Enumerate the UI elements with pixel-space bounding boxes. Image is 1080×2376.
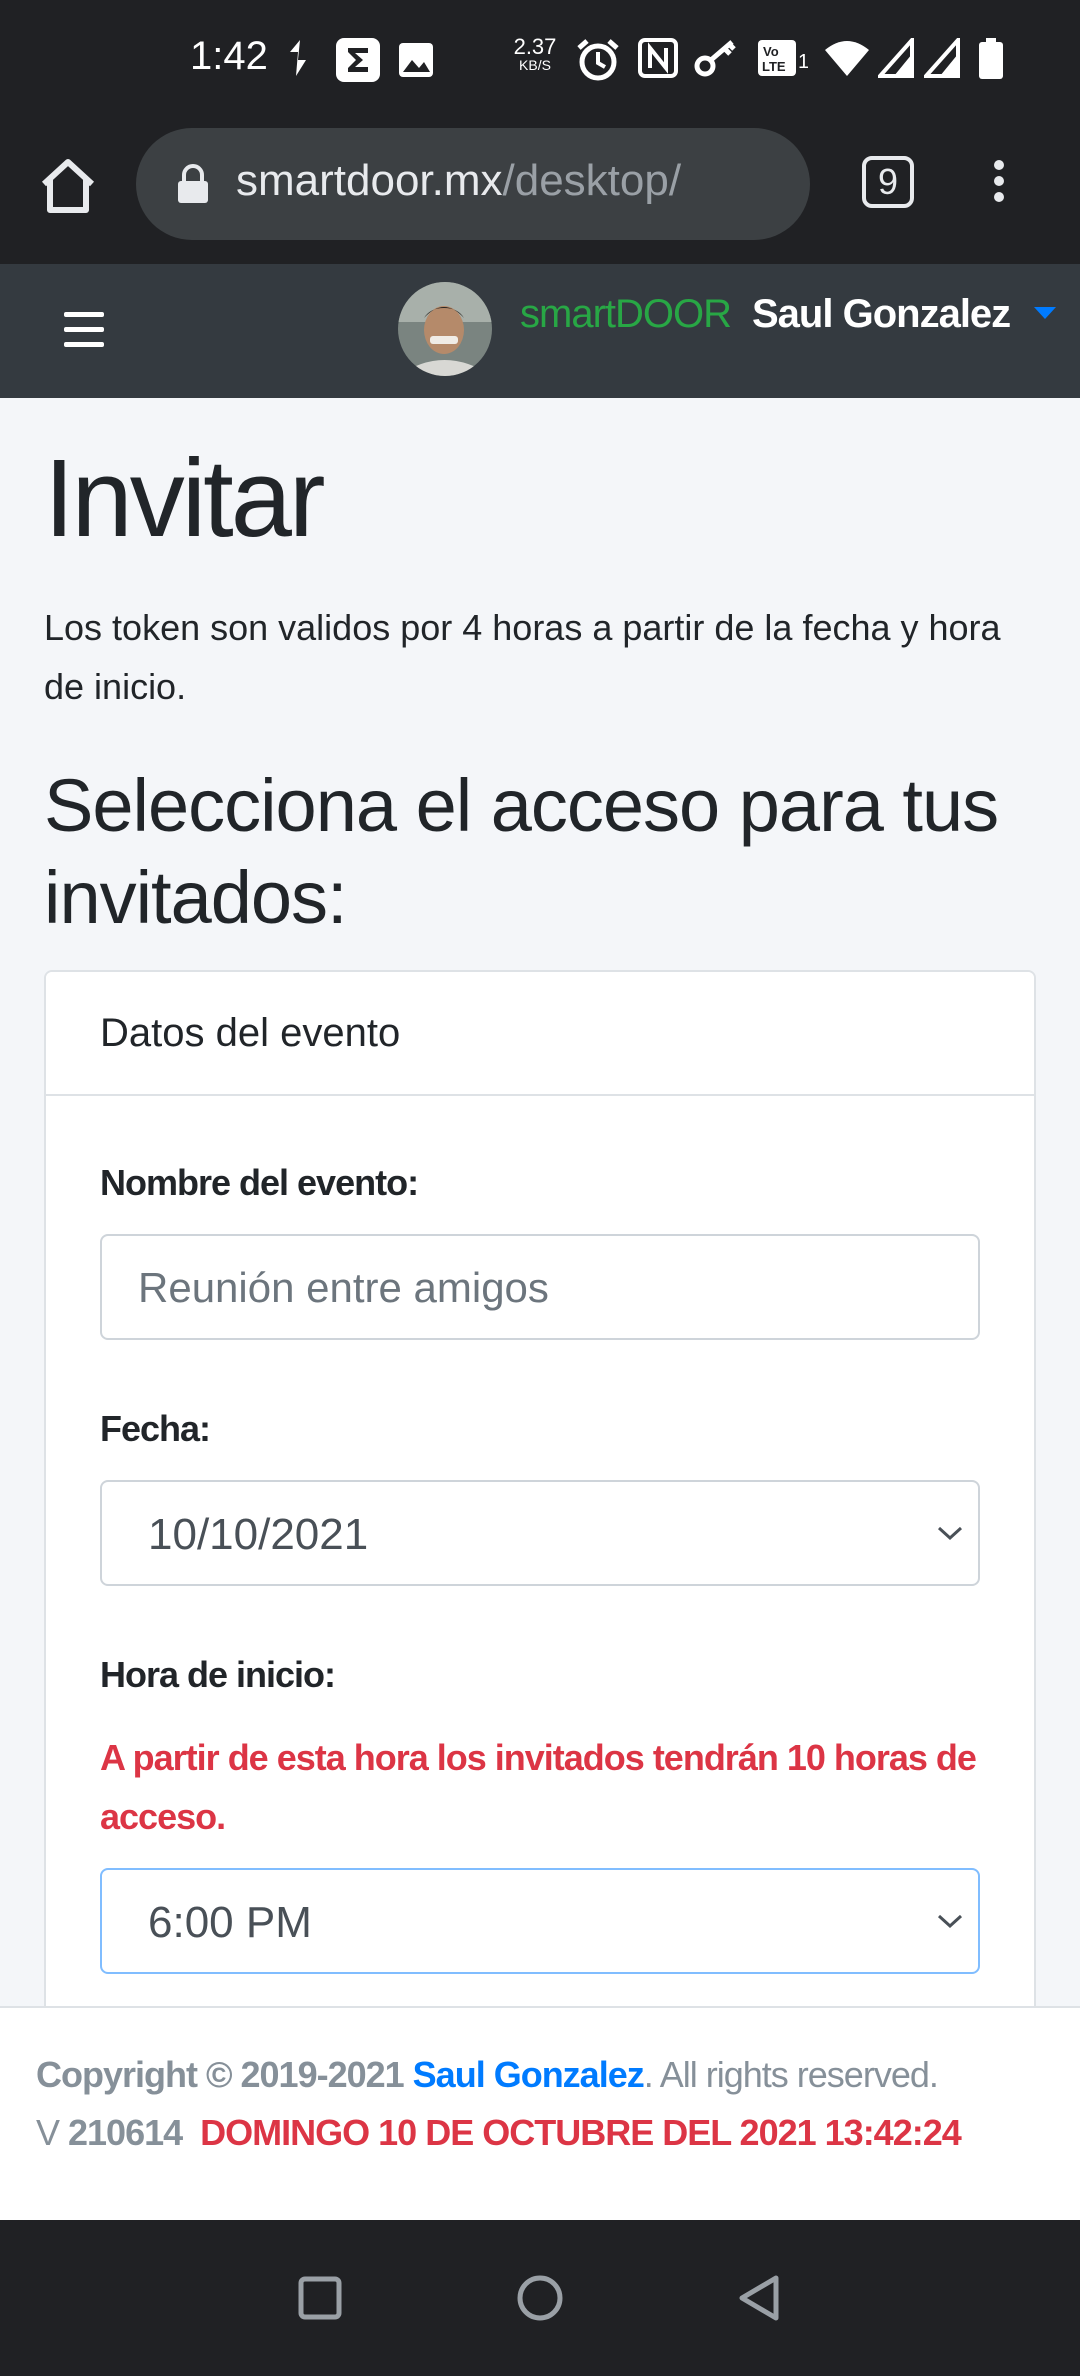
hamburger-menu-icon[interactable] xyxy=(64,312,104,347)
user-name[interactable]: Saul Gonzalez xyxy=(752,292,1011,337)
url-path: /desktop/ xyxy=(502,156,682,205)
signal-icon xyxy=(924,38,960,78)
page-footer: Copyright © 2019-2021 Saul Gonzalez. All… xyxy=(0,2006,1080,2220)
address-bar[interactable]: smartdoor.mx/desktop/ xyxy=(136,128,810,240)
alarm-icon xyxy=(577,39,619,81)
current-datetime: DOMINGO 10 DE OCTUBRE DEL 2021 13:42:24 xyxy=(200,2112,962,2153)
battery-icon xyxy=(979,38,1003,79)
back-icon[interactable] xyxy=(732,2270,788,2326)
start-time-select[interactable]: 6:00 PM xyxy=(100,1868,980,1974)
version-number: 210614 xyxy=(68,2112,183,2153)
nfc-icon xyxy=(638,38,678,78)
start-time-label: Hora de inicio: xyxy=(100,1654,336,1695)
date-value: 10/10/2021 xyxy=(148,1510,369,1559)
author-link[interactable]: Saul Gonzalez xyxy=(413,2054,645,2095)
more-menu-icon[interactable] xyxy=(984,154,1014,214)
date-select[interactable]: 10/10/2021 xyxy=(100,1480,980,1586)
version-line: V 210614 DOMINGO 10 DE OCTUBRE DEL 2021 1… xyxy=(36,2112,962,2154)
svg-text:Vo: Vo xyxy=(763,44,779,59)
section-subtitle: Selecciona el acceso para tus invitados: xyxy=(44,764,999,939)
notification-icon xyxy=(290,40,306,76)
network-speed: 2.37 KB/S xyxy=(512,34,558,73)
rights-text: . All rights reserved. xyxy=(643,2054,939,2095)
recents-icon[interactable] xyxy=(292,2270,348,2326)
page-title: Invitar xyxy=(44,437,326,560)
event-data-card: Datos del evento Nombre del evento: Reun… xyxy=(44,970,1036,2070)
wifi-icon xyxy=(825,41,869,76)
version-prefix: V xyxy=(36,2112,69,2153)
home-nav-icon[interactable] xyxy=(512,2270,568,2326)
url-text[interactable]: smartdoor.mx/desktop/ xyxy=(236,156,681,206)
app-navbar: smartDOOR Saul Gonzalez xyxy=(0,264,1080,398)
speed-unit: KB/S xyxy=(519,57,551,73)
card-header: Datos del evento xyxy=(46,972,1034,1096)
system-navigation-bar xyxy=(0,2220,1080,2376)
event-name-label: Nombre del evento: xyxy=(100,1162,419,1203)
brand-name[interactable]: smartDOOR xyxy=(520,292,732,337)
copyright-line: Copyright © 2019-2021 Saul Gonzalez. All… xyxy=(36,2054,939,2096)
user-dropdown-caret-icon[interactable] xyxy=(1034,307,1056,319)
copyright-text: Copyright © 2019-2021 xyxy=(36,2054,413,2095)
volte-icon: VoLTE 1 xyxy=(758,40,808,76)
start-time-value: 6:00 PM xyxy=(148,1898,312,1947)
event-name-input[interactable]: Reunión entre amigos xyxy=(100,1234,980,1340)
lock-icon xyxy=(178,164,208,203)
speed-value: 2.37 xyxy=(513,34,557,59)
tab-switcher-button[interactable]: 9 xyxy=(862,156,914,208)
url-host: smartdoor.mx xyxy=(236,156,503,205)
page-description: Los token son validos por 4 horas a part… xyxy=(44,607,1001,707)
status-time: 1:42 xyxy=(190,34,268,78)
browser-toolbar: smartdoor.mx/desktop/ 9 xyxy=(0,124,1080,264)
avatar[interactable] xyxy=(398,282,492,376)
gallery-icon xyxy=(399,43,433,77)
home-icon[interactable] xyxy=(36,154,100,218)
chevron-down-icon xyxy=(937,1526,963,1541)
start-time-warning: A partir de esta hora los invitados tend… xyxy=(100,1737,977,1837)
svg-text:1: 1 xyxy=(798,51,808,73)
status-bar: 1:42 2.37 KB/S Vo LTE 1 xyxy=(0,0,1080,124)
sigma-app-icon xyxy=(336,38,380,82)
chevron-down-icon xyxy=(937,1914,963,1929)
signal-icon xyxy=(878,38,914,78)
event-name-placeholder: Reunión entre amigos xyxy=(138,1264,549,1311)
date-label: Fecha: xyxy=(100,1408,211,1449)
svg-text:LTE: LTE xyxy=(762,59,786,74)
key-icon xyxy=(694,40,736,77)
